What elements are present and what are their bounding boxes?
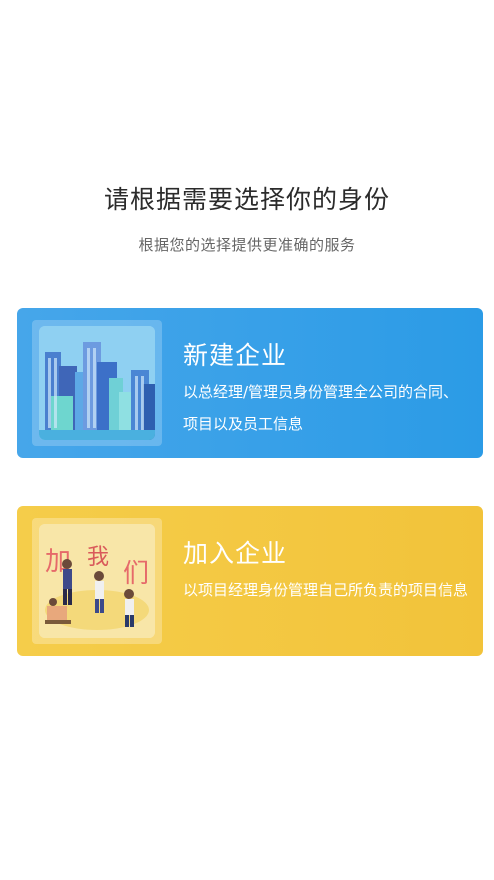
page-title: 请根据需要选择你的身份	[103, 185, 390, 214]
join-enterprise-card[interactable]: 加 我 们 加入企业 以项目经理身份管理自己所负责的项目信息	[17, 506, 483, 656]
card-title: 新建企业	[183, 341, 288, 370]
card-description: 以总经理/管理员身份管理全公司的合同、项目以及员工信息	[183, 383, 459, 433]
team-join-illustration: 加 我 们	[39, 524, 155, 638]
svg-text:们: 们	[123, 559, 149, 589]
svg-text:我: 我	[87, 545, 109, 570]
card-title: 加入企业	[183, 539, 288, 568]
create-enterprise-card[interactable]: 新建企业 以总经理/管理员身份管理全公司的合同、项目以及员工信息	[17, 308, 483, 458]
page-subtitle: 根据您的选择提供更准确的服务	[138, 236, 356, 254]
card-description: 以项目经理身份管理自己所负责的项目信息	[183, 581, 469, 599]
city-buildings-illustration	[39, 326, 155, 440]
